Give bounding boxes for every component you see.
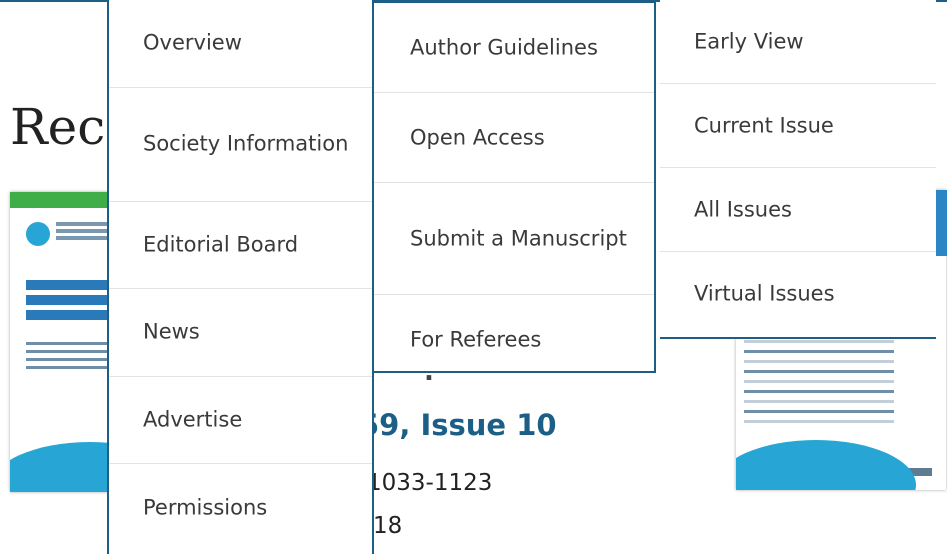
cover-swoosh <box>10 442 116 492</box>
menu-item-label: For Referees <box>410 327 542 352</box>
society-logo-icon <box>26 222 50 246</box>
issue-date: 18 <box>373 513 403 539</box>
menu-item-advertise[interactable]: Advertise <box>109 377 372 464</box>
menu-item-author-guidelines[interactable]: Author Guidelines <box>374 3 654 93</box>
page-heading: Rec <box>10 98 106 156</box>
issues-menu: Early View Current Issue All Issues Virt… <box>660 0 936 339</box>
menu-item-label: Virtual Issues <box>694 281 835 306</box>
menu-item-label: All Issues <box>694 197 792 221</box>
menu-item-society-information[interactable]: Society Information <box>109 88 372 202</box>
menu-item-editorial-board[interactable]: Editorial Board <box>109 202 372 289</box>
menu-item-label: Permissions <box>143 495 268 520</box>
menu-item-permissions[interactable]: Permissions <box>109 464 372 552</box>
menu-item-for-referees[interactable]: For Referees <box>374 295 654 385</box>
journal-cover-image[interactable] <box>10 192 116 492</box>
menu-item-label: Early View <box>694 29 804 53</box>
menu-item-label: Current Issue <box>694 113 834 137</box>
side-tab[interactable] <box>936 190 947 256</box>
cover-stripe <box>10 192 116 208</box>
menu-item-label: Open Access <box>410 125 545 149</box>
menu-item-current-issue[interactable]: Current Issue <box>660 84 936 168</box>
menu-item-label: Advertise <box>143 407 243 432</box>
menu-item-label: Editorial Board <box>143 232 299 257</box>
menu-item-label: News <box>143 319 200 344</box>
menu-item-label: Society Information <box>143 131 349 156</box>
about-menu: Overview Society Information Editorial B… <box>107 0 374 554</box>
issue-pages: 1033-1123 <box>367 470 493 496</box>
menu-item-label: Submit a Manuscript <box>410 226 627 250</box>
authors-menu: Author Guidelines Open Access Submit a M… <box>372 0 656 373</box>
menu-item-label: Author Guidelines <box>410 35 598 59</box>
cover-subtitle-lines <box>26 342 114 345</box>
menu-item-submit-manuscript[interactable]: Submit a Manuscript <box>374 183 654 295</box>
menu-item-label: Overview <box>143 30 242 55</box>
menu-item-all-issues[interactable]: All Issues <box>660 168 936 252</box>
cover-title-lines <box>26 280 116 290</box>
menu-item-early-view[interactable]: Early View <box>660 0 936 84</box>
cover-swoosh <box>736 440 916 490</box>
menu-item-news[interactable]: News <box>109 289 372 377</box>
menu-item-open-access[interactable]: Open Access <box>374 93 654 183</box>
menu-item-overview[interactable]: Overview <box>109 0 372 88</box>
menu-item-virtual-issues[interactable]: Virtual Issues <box>660 252 936 336</box>
issue-volume-link[interactable]: 59, Issue 10 <box>359 408 557 442</box>
